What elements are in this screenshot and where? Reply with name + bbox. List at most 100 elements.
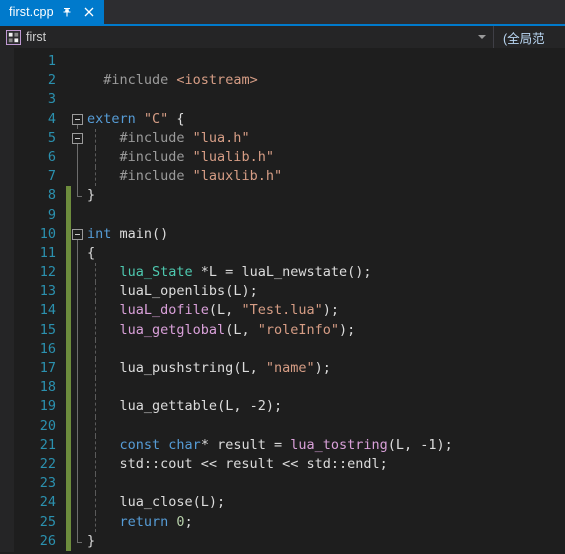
fold-gutter[interactable]: [71, 90, 85, 109]
code-line[interactable]: 11 {: [14, 243, 565, 264]
fold-gutter[interactable]: [71, 435, 85, 455]
code-line[interactable]: 20: [14, 416, 565, 436]
fold-gutter[interactable]: [71, 512, 85, 532]
fold-gutter[interactable]: [71, 320, 85, 340]
fold-gutter[interactable]: [71, 71, 85, 90]
chevron-down-icon[interactable]: [478, 35, 486, 39]
fold-gutter[interactable]: [71, 129, 85, 148]
fold-gutter[interactable]: [71, 397, 85, 417]
code-line[interactable]: 12 lua_State *L = luaL_newstate();: [14, 263, 565, 283]
code-text[interactable]: [85, 90, 565, 109]
code-text[interactable]: int main(): [85, 225, 565, 244]
code-line[interactable]: 8}: [14, 186, 565, 206]
fold-gutter[interactable]: [71, 301, 85, 321]
code-text[interactable]: [85, 206, 565, 225]
fold-collapse-icon[interactable]: [72, 228, 83, 240]
fold-gutter[interactable]: [71, 454, 85, 475]
member-combo[interactable]: (全局范: [494, 26, 565, 48]
code-text[interactable]: lua_getglobal(L, "roleInfo");: [85, 320, 565, 340]
line-number: 6: [47, 148, 56, 165]
code-line[interactable]: 10 int main(): [14, 224, 565, 244]
editor-body[interactable]: 12 #include <iostream> 3 4 extern "C" {5 #i…: [14, 48, 565, 552]
code-text[interactable]: #include "lua.h": [85, 128, 565, 148]
code-line[interactable]: 18: [14, 378, 565, 398]
code-token: );: [314, 360, 331, 376]
code-line[interactable]: 24 lua_close(L);: [14, 493, 565, 513]
code-line[interactable]: 13 luaL_openlibs(L);: [14, 282, 565, 302]
fold-gutter[interactable]: [71, 378, 85, 398]
fold-connector: [77, 416, 78, 436]
code-line[interactable]: 1: [14, 52, 565, 71]
close-icon[interactable]: [81, 2, 98, 22]
code-line[interactable]: 14 luaL_dofile(L, "Test.lua");: [14, 301, 565, 321]
fold-gutter[interactable]: [71, 474, 85, 494]
fold-gutter[interactable]: [71, 359, 85, 379]
code-text[interactable]: {: [85, 244, 565, 263]
code-text[interactable]: [85, 52, 565, 71]
code-line[interactable]: 17 lua_pushstring(L, "name");: [14, 359, 565, 379]
indent-guide: [95, 282, 96, 302]
fold-gutter[interactable]: [71, 282, 85, 302]
code-text[interactable]: const char* result = lua_tostring(L, -1)…: [85, 435, 565, 455]
code-text[interactable]: }: [85, 186, 565, 205]
code-editor[interactable]: 12 #include <iostream> 3 4 extern "C" {5 #i…: [0, 48, 565, 552]
code-line[interactable]: 7 #include "lauxlib.h": [14, 167, 565, 187]
code-line[interactable]: 15 lua_getglobal(L, "roleInfo");: [14, 320, 565, 340]
fold-gutter[interactable]: [71, 243, 85, 264]
code-line[interactable]: 4 extern "C" {: [14, 110, 565, 129]
scope-combo[interactable]: first: [0, 26, 494, 48]
code-token: 0: [176, 513, 185, 530]
code-text[interactable]: [85, 416, 565, 436]
code-line[interactable]: 21 const char* result = lua_tostring(L, …: [14, 435, 565, 455]
code-text[interactable]: lua_close(L);: [85, 493, 565, 513]
code-text[interactable]: std::cout << result << std::endl;: [85, 454, 565, 475]
code-text[interactable]: #include <iostream>: [85, 71, 565, 90]
fold-gutter[interactable]: [71, 52, 85, 71]
indent-guide: [95, 167, 96, 187]
fold-gutter[interactable]: [71, 110, 85, 129]
code-line[interactable]: 16: [14, 339, 565, 359]
fold-gutter[interactable]: [71, 225, 85, 244]
code-text[interactable]: #include "lauxlib.h": [85, 167, 565, 187]
code-token: std::cout << result << std::endl;: [119, 455, 388, 472]
fold-gutter[interactable]: [71, 206, 85, 225]
fold-gutter[interactable]: [71, 167, 85, 187]
code-text[interactable]: lua_State *L = luaL_newstate();: [85, 263, 565, 283]
code-text[interactable]: lua_pushstring(L, "name");: [85, 359, 565, 379]
code-text[interactable]: luaL_dofile(L, "Test.lua");: [85, 301, 565, 321]
code-line[interactable]: 5 #include "lua.h": [14, 128, 565, 148]
code-text[interactable]: [85, 474, 565, 494]
fold-collapse-icon[interactable]: [72, 113, 83, 125]
fold-gutter[interactable]: [71, 416, 85, 436]
code-line[interactable]: 23: [14, 474, 565, 494]
code-text[interactable]: lua_gettable(L, -2);: [85, 397, 565, 417]
code-text[interactable]: [85, 339, 565, 359]
code-line[interactable]: 19 lua_gettable(L, -2);: [14, 397, 565, 417]
code-text[interactable]: [85, 378, 565, 398]
code-line[interactable]: 2 #include <iostream>: [14, 71, 565, 90]
code-text[interactable]: #include "lualib.h": [85, 147, 565, 168]
fold-collapse-icon[interactable]: [72, 132, 83, 144]
tab-first-cpp[interactable]: first.cpp: [0, 0, 104, 24]
code-line[interactable]: 6 #include "lualib.h": [14, 147, 565, 168]
code-line[interactable]: 26}: [14, 531, 565, 551]
fold-gutter[interactable]: [71, 186, 85, 205]
code-text[interactable]: }: [85, 532, 565, 551]
fold-gutter[interactable]: [71, 531, 85, 551]
fold-connector: [77, 359, 78, 379]
code-line[interactable]: 9: [14, 205, 565, 225]
fold-gutter[interactable]: [71, 339, 85, 359]
code-text[interactable]: luaL_openlibs(L);: [85, 282, 565, 302]
code-text[interactable]: extern "C" {: [85, 110, 565, 129]
code-text[interactable]: return 0;: [85, 512, 565, 532]
code-line[interactable]: 3: [14, 90, 565, 109]
code-line[interactable]: 25 return 0;: [14, 512, 565, 532]
line-number: 20: [39, 417, 56, 434]
fold-gutter[interactable]: [71, 147, 85, 168]
code-line[interactable]: 22 std::cout << result << std::endl;: [14, 454, 565, 475]
pin-icon[interactable]: [59, 2, 76, 22]
fold-gutter[interactable]: [71, 493, 85, 513]
fold-gutter[interactable]: [71, 263, 85, 283]
